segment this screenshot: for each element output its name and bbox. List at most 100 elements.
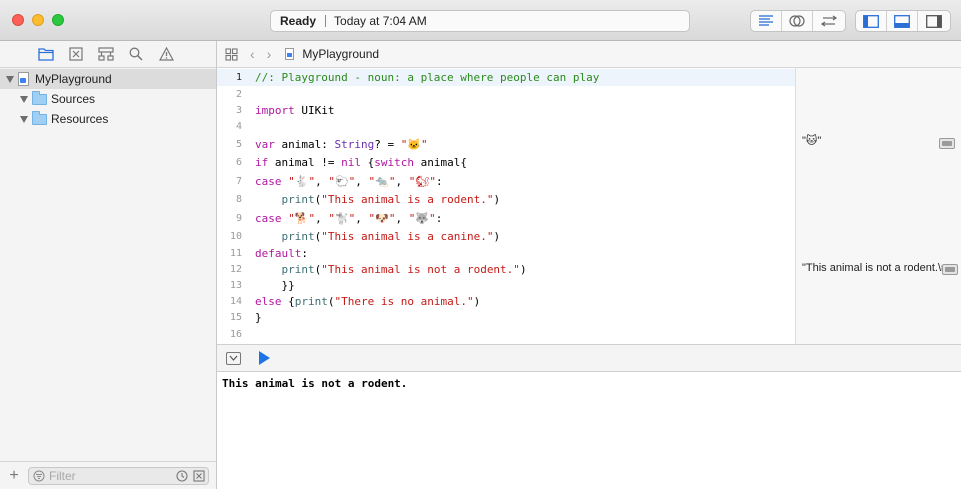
code-line[interactable]: 16: [217, 326, 795, 343]
tree-item-sources[interactable]: Sources: [0, 89, 216, 109]
navigator-filter: [28, 466, 209, 485]
code-line[interactable]: 10 print("This animal is a canine."): [217, 228, 795, 245]
line-number: 15: [229, 312, 242, 323]
toggle-navigator-button[interactable]: [856, 11, 887, 31]
navigator-tab-bar: [0, 41, 216, 68]
line-number: 4: [235, 121, 242, 132]
panel-visibility-control: [855, 10, 951, 32]
activity-status-bar: Ready Today at 7:04 AM: [270, 10, 690, 32]
tree-item-label: Resources: [51, 112, 109, 126]
tree-item-label: MyPlayground: [35, 72, 112, 86]
symbol-navigator-tab[interactable]: [68, 46, 84, 62]
line-number: 6: [235, 157, 242, 168]
code-line[interactable]: 1 //: Playground - noun: a place where p…: [217, 69, 795, 86]
code-line[interactable]: 15 }: [217, 309, 795, 326]
code-line[interactable]: 4: [217, 118, 795, 135]
code-line[interactable]: 6 if animal != nil {switch animal{: [217, 154, 795, 171]
version-editor-button[interactable]: [813, 11, 844, 31]
result-value: "🐱": [802, 135, 822, 147]
zoom-window-button[interactable]: [52, 14, 64, 26]
line-number: 11: [229, 248, 242, 259]
debug-panel-icon: [894, 14, 910, 28]
project-navigator: MyPlayground Sources Resources +: [0, 41, 217, 489]
toggle-utilities-button[interactable]: [918, 11, 949, 31]
navigator-footer: +: [0, 461, 216, 489]
hierarchy-icon: [98, 47, 114, 61]
results-sidebar: "🐱" "This animal is not a rodent.\n": [795, 68, 961, 344]
project-navigator-tab[interactable]: [38, 46, 54, 62]
assistant-editor-icon: [789, 15, 805, 27]
code-line[interactable]: 8 print("This animal is a rodent."): [217, 191, 795, 208]
issue-navigator-tab[interactable]: [158, 46, 174, 62]
result-value: "This animal is not a rodent.\n": [802, 262, 942, 274]
code-line[interactable]: 14 else {print("There is no animal."): [217, 293, 795, 310]
code-text: print("This animal is a canine."): [281, 230, 501, 243]
assistant-editor-button[interactable]: [782, 11, 813, 31]
code-text: else {print("There is no animal."): [255, 295, 481, 308]
recent-files-icon[interactable]: [176, 469, 188, 482]
code-line[interactable]: 7 case "🐇", "🐑", "🐀", "🐿":: [217, 173, 795, 190]
folder-icon: [32, 90, 47, 105]
navigator-panel-icon: [863, 14, 879, 28]
console-area[interactable]: This animal is not a rodent.: [217, 372, 961, 489]
code-line[interactable]: 12 print("This animal is not a rodent."): [217, 261, 795, 278]
back-button[interactable]: ‹: [250, 46, 255, 62]
unsaved-files-icon[interactable]: [193, 469, 205, 482]
folder-icon: [32, 110, 47, 125]
code-text: }}: [255, 279, 295, 292]
tree-item-resources[interactable]: Resources: [0, 109, 216, 129]
code-line[interactable]: 5 var animal: String? = "🐱": [217, 136, 795, 153]
quick-look-icon[interactable]: [939, 138, 955, 149]
debug-bar: [217, 344, 961, 372]
minimize-window-button[interactable]: [32, 14, 44, 26]
standard-editor-button[interactable]: [751, 11, 782, 31]
filter-options: [176, 469, 205, 482]
code-text: print("This animal is not a rodent."): [281, 263, 527, 276]
search-icon: [129, 47, 143, 61]
code-text: default:: [255, 247, 308, 260]
find-navigator-tab[interactable]: [128, 46, 144, 62]
line-number: 10: [229, 231, 242, 242]
filter-icon: [33, 470, 45, 481]
folder-icon: [38, 48, 54, 61]
hierarchy-navigator-tab[interactable]: [98, 46, 114, 62]
hide-debug-area-button[interactable]: [226, 351, 241, 365]
disclosure-triangle-icon[interactable]: [6, 75, 14, 83]
related-items-icon[interactable]: [225, 47, 238, 61]
line-number: 16: [229, 329, 242, 340]
jump-bar: ‹ › MyPlayground: [217, 41, 961, 68]
line-number: 2: [235, 89, 242, 100]
tree-item-label: Sources: [51, 92, 96, 106]
symbol-icon: [69, 47, 83, 61]
tree-item-myplayground[interactable]: MyPlayground: [0, 69, 216, 89]
disclosure-triangle-icon[interactable]: [20, 115, 28, 123]
code-line[interactable]: 11 default:: [217, 245, 795, 262]
status-timestamp: Today at 7:04 AM: [334, 14, 427, 28]
quick-look-icon[interactable]: [942, 264, 958, 275]
code-line[interactable]: 3 import UIKit: [217, 102, 795, 119]
filter-input[interactable]: [49, 468, 159, 483]
code-line[interactable]: 9 case "🐕", "🐩", "🐶", "🐺":: [217, 210, 795, 227]
standard-editor-icon: [759, 15, 773, 26]
forward-button[interactable]: ›: [267, 46, 272, 62]
code-text: case "🐕", "🐩", "🐶", "🐺":: [255, 212, 443, 225]
close-window-button[interactable]: [12, 14, 24, 26]
code-line[interactable]: 2: [217, 86, 795, 103]
line-number: 1: [235, 72, 242, 83]
version-editor-icon: [820, 15, 837, 27]
add-file-button[interactable]: +: [0, 467, 28, 485]
line-number: 13: [229, 280, 242, 291]
line-number: 14: [229, 296, 242, 307]
chevron-down-icon: [229, 355, 238, 361]
run-playground-button[interactable]: [259, 351, 270, 365]
line-number: 3: [235, 105, 242, 116]
code-text: if animal != nil {switch animal{: [255, 156, 467, 169]
toggle-debug-area-button[interactable]: [887, 11, 918, 31]
line-number: 12: [229, 264, 242, 275]
window-titlebar: Ready Today at 7:04 AM: [0, 0, 961, 41]
jump-bar-filename[interactable]: MyPlayground: [302, 47, 379, 61]
disclosure-triangle-icon[interactable]: [20, 95, 28, 103]
warning-icon: [158, 47, 174, 61]
code-line[interactable]: 13 }}: [217, 277, 795, 294]
source-editor[interactable]: 1 //: Playground - noun: a place where p…: [217, 68, 795, 344]
